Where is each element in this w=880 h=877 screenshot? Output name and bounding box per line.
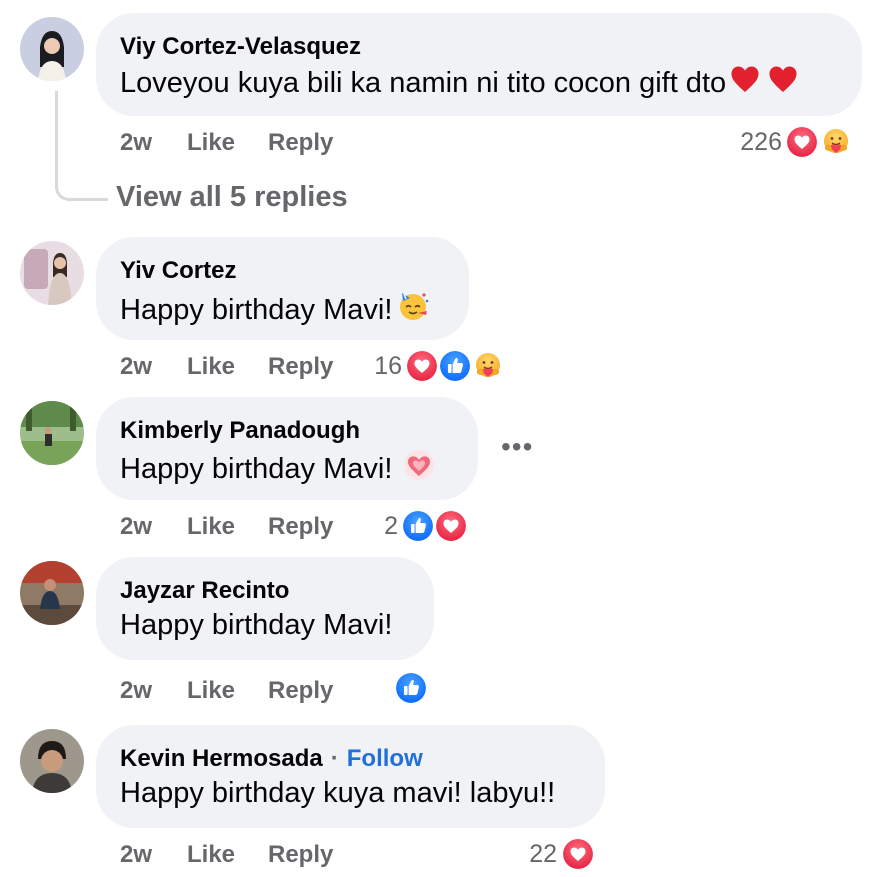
care-reaction-icon[interactable]: [818, 124, 854, 160]
like-button[interactable]: Like: [187, 129, 235, 157]
comment-time[interactable]: 2w: [120, 353, 152, 381]
comment-bubble: Viy Cortez-Velasquez Loveyou kuya bili k…: [96, 13, 862, 116]
like-button[interactable]: Like: [187, 677, 235, 705]
more-options-button[interactable]: •••: [501, 431, 533, 463]
reply-button[interactable]: Reply: [268, 841, 333, 869]
comment-text: Happy birthday kuya mavi! labyu!!: [120, 777, 555, 810]
comment-text-body: Happy birthday Mavi!: [120, 452, 393, 485]
comment-bubble: Yiv Cortez Happy birthday Mavi!: [96, 237, 469, 340]
like-button[interactable]: Like: [187, 841, 235, 869]
love-reaction-icon[interactable]: [784, 124, 820, 160]
comment-time[interactable]: 2w: [120, 677, 152, 705]
comment-author[interactable]: Yiv Cortez: [120, 257, 236, 285]
comment-author[interactable]: Jayzar Recinto: [120, 577, 289, 605]
comment-bubble: Kimberly Panadough Happy birthday Mavi!: [96, 397, 478, 500]
comment-author[interactable]: Viy Cortez-Velasquez: [120, 33, 361, 61]
comment-text: Loveyou kuya bili ka namin ni tito cocon…: [120, 65, 798, 101]
comment-text: Happy birthday Mavi!: [120, 289, 430, 331]
comment-text-body: Happy birthday Mavi!: [120, 609, 393, 641]
comment-time[interactable]: 2w: [120, 129, 152, 157]
reaction-count[interactable]: 226: [720, 128, 782, 157]
comment-author[interactable]: Kimberly Panadough: [120, 417, 360, 445]
reaction-count[interactable]: 2: [360, 512, 398, 541]
comment-text: Happy birthday Mavi!: [120, 609, 392, 642]
reply-button[interactable]: Reply: [268, 513, 333, 541]
separator-dot: ·: [330, 745, 339, 772]
thread-connector: [55, 91, 108, 201]
love-reaction-icon[interactable]: [433, 508, 469, 544]
like-reaction-icon[interactable]: [400, 508, 436, 544]
like-button[interactable]: Like: [187, 353, 235, 381]
avatar[interactable]: [20, 729, 84, 793]
reply-button[interactable]: Reply: [268, 129, 333, 157]
partying-face-emoji: [396, 289, 430, 331]
comment-text-body: Happy birthday kuya mavi! labyu!!: [120, 777, 556, 809]
avatar[interactable]: [20, 241, 84, 305]
like-reaction-icon[interactable]: [437, 348, 473, 384]
heart-emoji: [768, 65, 798, 101]
comment-author-row: Kevin Hermosada · Follow: [120, 745, 423, 773]
reply-button[interactable]: Reply: [268, 353, 333, 381]
like-reaction-icon[interactable]: [393, 670, 429, 706]
comment-bubble: Jayzar Recinto Happy birthday Mavi!: [96, 557, 434, 660]
care-reaction-icon[interactable]: [470, 348, 506, 384]
love-reaction-icon[interactable]: [560, 836, 596, 872]
comment-text-body: Happy birthday Mavi!: [120, 293, 393, 326]
reaction-count[interactable]: 16: [352, 352, 402, 381]
comment-bubble: Kevin Hermosada · Follow Happy birthday ku…: [96, 725, 605, 828]
avatar[interactable]: [20, 401, 84, 465]
comment-time[interactable]: 2w: [120, 513, 152, 541]
view-replies-link[interactable]: View all 5 replies: [116, 181, 348, 214]
reply-button[interactable]: Reply: [268, 677, 333, 705]
follow-button[interactable]: Follow: [347, 745, 423, 772]
like-button[interactable]: Like: [187, 513, 235, 541]
reaction-count[interactable]: 22: [505, 840, 557, 869]
comment-author[interactable]: Kevin Hermosada: [120, 745, 323, 772]
avatar[interactable]: [20, 17, 84, 81]
comment-text-body: Loveyou kuya bili ka namin ni tito cocon…: [120, 66, 727, 99]
comment-time[interactable]: 2w: [120, 841, 152, 869]
heart-emoji: [730, 65, 760, 101]
comment-text: Happy birthday Mavi!: [120, 449, 436, 489]
love-reaction-icon[interactable]: [404, 348, 440, 384]
avatar[interactable]: [20, 561, 84, 625]
sparkling-heart-emoji: [402, 449, 436, 489]
